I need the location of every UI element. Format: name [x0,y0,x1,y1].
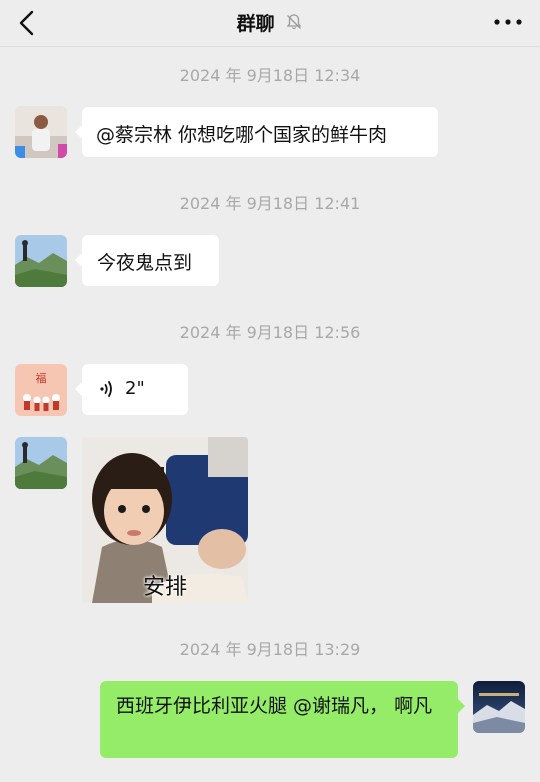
timestamp: 2024 年 9月18日 12:56 [179,323,361,342]
avatar[interactable] [15,106,67,158]
voice-wave-icon [97,379,117,404]
avatar[interactable] [15,437,67,489]
chat-header: 群聊 [0,0,540,47]
message-text: @蔡宗林 你想吃哪个国家的鲜牛肉 [96,124,388,146]
voice-message[interactable]: 2" [75,364,188,415]
timestamp: 2024 年 9月18日 13:29 [179,640,361,659]
message-text: 今夜鬼点到 [97,252,193,274]
sticker-image[interactable]: 安排 [82,437,248,603]
voice-duration: 2" [125,378,145,399]
bell-muted-icon [285,13,303,36]
chat-title: 群聊 [236,13,275,35]
avatar[interactable]: 福 [15,364,67,416]
timestamp: 2024 年 9月18日 12:41 [179,194,361,213]
avatar[interactable] [15,235,67,287]
timestamp: 2024 年 9月18日 12:34 [179,66,361,85]
outgoing-message-bubble[interactable]: 西班牙伊比利亚火腿 @谢瑞凡， 啊凡 [100,681,465,758]
svg-text:福: 福 [36,371,47,385]
chat-title-wrap: 群聊 [0,9,540,36]
message-bubble[interactable]: @蔡宗林 你想吃哪个国家的鲜牛肉 [75,107,438,157]
sticker-caption: 安排 [142,575,187,600]
more-icon[interactable] [492,12,524,32]
message-bubble[interactable]: 今夜鬼点到 [75,235,219,286]
message-text: 西班牙伊比利亚火腿 @谢瑞凡， 啊凡 [116,695,433,717]
my-avatar[interactable] [473,681,525,733]
